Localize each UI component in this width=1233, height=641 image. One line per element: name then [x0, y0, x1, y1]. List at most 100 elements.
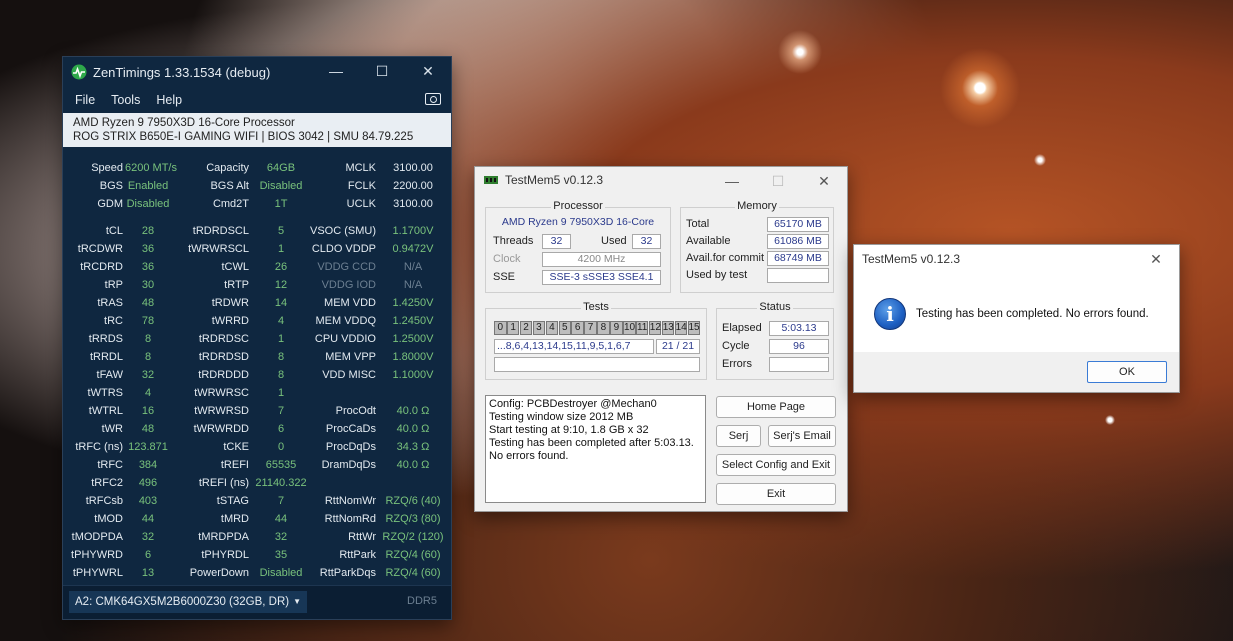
screenshot-camera-icon[interactable] — [425, 93, 441, 105]
timing-label: tSTAG — [216, 495, 249, 507]
timing-label: tRFCsb — [85, 495, 123, 507]
test-cell: 5 — [558, 321, 571, 335]
timing-value: 35 — [274, 549, 288, 561]
timing-value: 123.871 — [128, 441, 168, 453]
log-line: Config: PCBDestroyer @Mechan0 — [489, 398, 657, 410]
timing-value: 40.0 Ω — [396, 423, 430, 435]
maximize-button: ☐ — [771, 172, 785, 189]
maximize-button[interactable]: ☐ — [359, 57, 405, 85]
close-button[interactable]: ✕ — [1133, 245, 1179, 273]
timing-value: 6 — [277, 423, 285, 435]
log-line: Start testing at 9:10, 1.8 GB x 32 — [489, 424, 649, 436]
log-line: Testing window size 2012 MB — [489, 411, 634, 423]
close-button[interactable]: ✕ — [405, 57, 451, 85]
elapsed-value: 5:03.13 — [769, 321, 829, 336]
timing-label: UCLK — [346, 198, 376, 210]
test-cell: 14 — [674, 321, 688, 335]
test-cells: 0 1 2 3 4 5 6 7 8 9 10 11 12 13 14 15 — [494, 321, 700, 335]
timing-label: tPHYWRD — [71, 549, 123, 561]
available-value: 61086 MB — [767, 234, 829, 249]
timing-row: tRFC2 496 tREFI (ns) 21140.322 — [63, 476, 453, 490]
board-info: ROG STRIX B650E-I GAMING WIFI | BIOS 304… — [73, 131, 414, 143]
timing-label: tWRWRSC — [194, 387, 249, 399]
timing-label: RttNomWr — [324, 495, 376, 507]
timing-label: Cmd2T — [212, 198, 249, 210]
sse-label: SSE — [493, 271, 516, 283]
menu-tools[interactable]: Tools — [111, 93, 140, 107]
timing-label: MEM VDDQ — [315, 315, 377, 327]
serj-email-button[interactable]: Serj's Email — [768, 425, 836, 447]
timing-row: tRCDWR 36 tWRWRSCL 1 CLDO VDDP 0.9472V — [63, 242, 453, 256]
test-cell: 3 — [532, 321, 546, 335]
timing-value: 14 — [274, 297, 288, 309]
test-count: 21 / 21 — [656, 339, 700, 354]
testmem-titlebar[interactable]: TestMem5 v0.12.3 — ☐ ✕ — [475, 167, 847, 193]
home-page-button[interactable]: Home Page — [716, 396, 836, 418]
timing-row: tMOD 44 tMRD 44 RttNomRd RZQ/3 (80) — [63, 512, 453, 526]
select-config-exit-button[interactable]: Select Config and Exit — [716, 454, 836, 476]
threads-label: Threads — [493, 235, 534, 247]
minimize-button[interactable]: — — [313, 57, 359, 85]
timing-value: 8 — [144, 351, 152, 363]
test-cell: 9 — [610, 321, 623, 335]
timing-label: RttWr — [348, 531, 376, 543]
timing-value: RZQ/4 (60) — [385, 567, 441, 579]
timing-value: 4 — [144, 387, 152, 399]
exit-button[interactable]: Exit — [716, 483, 836, 505]
timing-label: tWRWRDD — [193, 423, 249, 435]
timing-label: ProcDqDs — [325, 441, 376, 453]
timing-label: tCWL — [221, 261, 250, 273]
timing-value: 1 — [277, 387, 285, 399]
timing-value: 44 — [274, 513, 288, 525]
log-output[interactable]: Config: PCBDestroyer @Mechan0 Testing wi… — [485, 395, 706, 503]
memory-module-select[interactable]: A2: CMK64GX5M2B6000Z30 (32GB, DR) ▼ — [69, 591, 307, 613]
processor-heading: Processor — [551, 200, 605, 212]
dialog-titlebar[interactable]: TestMem5 v0.12.3 ✕ — [854, 245, 1179, 273]
timing-value: Disabled — [126, 198, 170, 210]
close-button[interactable]: ✕ — [801, 167, 847, 195]
zentimings-titlebar[interactable]: ZenTimings 1.33.1534 (debug) — ☐ ✕ — [63, 57, 451, 87]
timing-row: tRRDL 8 tRDRDSD 8 MEM VPP 1.8000V — [63, 350, 453, 364]
timing-value: 32 — [141, 531, 155, 543]
timing-value: 48 — [141, 297, 155, 309]
timing-label: tRDRDSCL — [192, 225, 249, 237]
timing-value: RZQ/6 (40) — [385, 495, 441, 507]
ok-button[interactable]: OK — [1087, 361, 1167, 383]
timing-label: VDDG IOD — [321, 279, 376, 291]
timing-label: tWTRL — [88, 405, 123, 417]
status-group: Status Elapsed 5:03.13 Cycle 96 Errors — [716, 301, 834, 380]
serj-button[interactable]: Serj — [716, 425, 761, 447]
timing-value: 1.1700V — [392, 225, 434, 237]
timing-label: tMOD — [94, 513, 123, 525]
timing-label: tWRWRSCL — [188, 243, 249, 255]
timing-value: 32 — [274, 531, 288, 543]
timing-value: 4 — [277, 315, 285, 327]
timing-label: tRFC (ns) — [75, 441, 123, 453]
test-cell: 6 — [571, 321, 584, 335]
timing-value: 8 — [144, 333, 152, 345]
timing-value: 65535 — [265, 459, 297, 471]
menu-file[interactable]: File — [75, 93, 95, 107]
timing-label: tRRDL — [89, 351, 123, 363]
timing-label: tCKE — [223, 441, 249, 453]
timing-label: DramDqDs — [321, 459, 376, 471]
test-cell: 12 — [648, 321, 662, 335]
timing-label: MEM VDD — [324, 297, 376, 309]
timing-value: RZQ/4 (60) — [385, 549, 441, 561]
zentimings-menubar: File Tools Help — [63, 87, 451, 113]
timing-label: Capacity — [206, 162, 249, 174]
timing-label: tRP — [104, 279, 123, 291]
errors-label: Errors — [722, 358, 752, 370]
zentimings-title: ZenTimings 1.33.1534 (debug) — [93, 64, 271, 80]
menu-help[interactable]: Help — [156, 93, 182, 107]
dialog-footer: OK — [854, 352, 1179, 392]
timing-row: tRFCsb 403 tSTAG 7 RttNomWr RZQ/6 (40) — [63, 494, 453, 508]
timing-label: ProcOdt — [335, 405, 376, 417]
timing-label: tRFC — [97, 459, 123, 471]
timing-value: 64GB — [266, 162, 296, 174]
timing-value: 1T — [274, 198, 288, 210]
timing-label: tRRDS — [88, 333, 123, 345]
minimize-button[interactable]: — — [709, 167, 755, 195]
timing-label: RttParkDqs — [319, 567, 376, 579]
cycle-value: 96 — [769, 339, 829, 354]
